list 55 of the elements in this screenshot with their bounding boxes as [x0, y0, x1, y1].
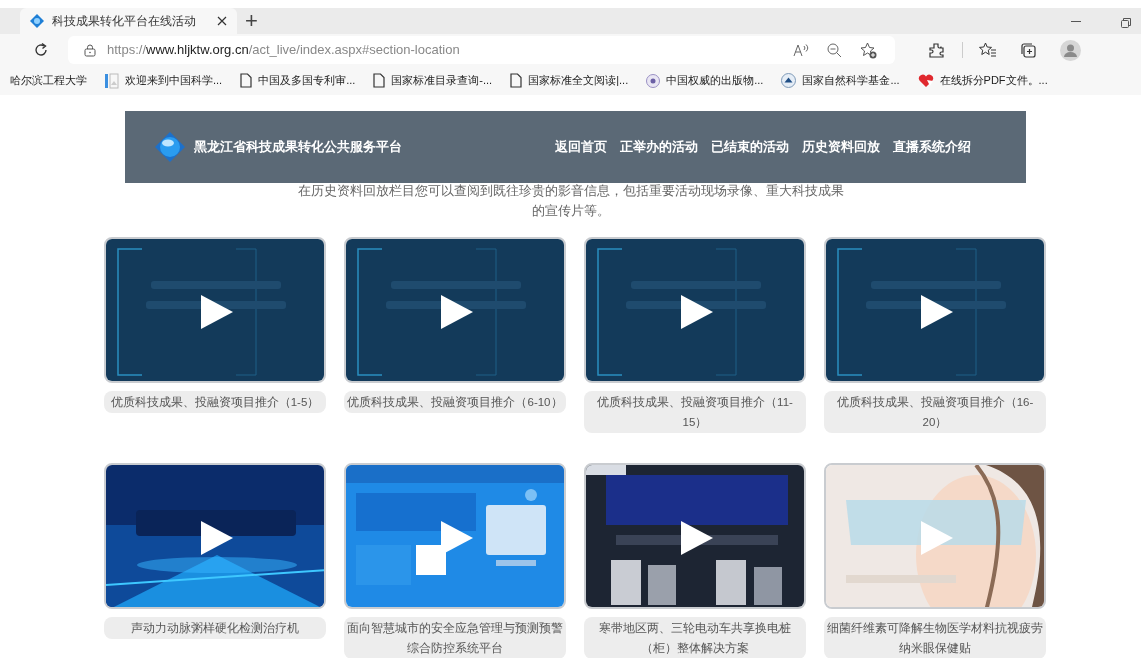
nav-link[interactable]: 历史资料回放 [802, 137, 880, 157]
video-caption[interactable]: 面向智慧城市的安全应急管理与预测预警综合防控系统平台 [344, 617, 566, 658]
bookmark-link[interactable]: 国家标准全文阅读|... [528, 72, 629, 89]
emblem-icon [781, 73, 797, 88]
site-title: 黑龙江省科技成果转化公共服务平台 [194, 138, 402, 157]
page-icon [510, 73, 523, 88]
intro-text: 在历史资料回放栏目您可以查阅到既往珍贵的影音信息，包括重要活动现场录像、重大科技成果的宣传片等。 [296, 182, 845, 220]
video-caption[interactable]: 细菌纤维素可降解生物医学材料抗视疲劳纳米眼保健贴 [824, 617, 1046, 658]
favorites-icon[interactable] [979, 42, 997, 58]
heart-icon [917, 73, 934, 88]
tab-title: 科技成果转化平台在线活动 [52, 13, 197, 30]
video-caption[interactable]: 寒带地区两、三轮电动车共享换电桩（柜）整体解决方案 [584, 617, 806, 658]
bookmark-link[interactable]: 国家标准目录查询-... [391, 72, 493, 89]
video-caption[interactable]: 优质科技成果、投融资项目推介（1-5） [104, 391, 326, 413]
minimize-icon[interactable] [1071, 21, 1081, 23]
video-caption[interactable]: 优质科技成果、投融资项目推介（16-20） [824, 391, 1046, 433]
seal-icon [646, 73, 661, 88]
read-aloud-icon[interactable] [793, 43, 809, 57]
video-caption[interactable]: 优质科技成果、投融资项目推介（6-10） [344, 391, 566, 413]
restore-icon[interactable] [1121, 18, 1131, 28]
add-favorite-icon[interactable] [860, 41, 877, 59]
page-icon [240, 73, 253, 88]
new-tab-button[interactable]: + [245, 10, 258, 32]
page-icon [373, 73, 386, 88]
profile-avatar-icon[interactable] [1060, 39, 1081, 61]
collections-icon[interactable] [1020, 41, 1037, 59]
bookmark-link[interactable]: 中国及多国专利审... [258, 72, 356, 89]
zoom-out-icon[interactable] [827, 42, 842, 58]
video-caption[interactable]: 优质科技成果、投融资项目推介（11-15） [584, 391, 806, 433]
site-logo-icon [154, 131, 186, 163]
play-icon[interactable] [201, 295, 233, 329]
play-icon[interactable] [441, 295, 473, 329]
play-icon[interactable] [681, 521, 713, 555]
bookmark-link[interactable]: 中国权威的出版物... [666, 72, 764, 89]
refresh-icon[interactable] [33, 42, 49, 58]
play-icon[interactable] [201, 521, 233, 555]
video-caption[interactable]: 声动力动脉粥样硬化检测治疗机 [104, 617, 326, 639]
site-logo-icon [30, 14, 44, 28]
extensions-icon[interactable] [928, 41, 945, 59]
close-icon[interactable] [217, 16, 227, 26]
nav-link[interactable]: 已结束的活动 [711, 137, 789, 157]
bookmark-link[interactable]: 在线拆分PDF文件。... [939, 72, 1048, 89]
image-icon [105, 72, 119, 89]
url-text: https://www.hljktw.org.cn/act_live/index.aspx#section-location [107, 41, 461, 60]
bookmark-link[interactable]: 欢迎来到中国科学... [125, 72, 223, 89]
bookmark-link[interactable]: 哈尔滨工程大学 [10, 72, 87, 89]
play-icon[interactable] [681, 295, 713, 329]
nav-link[interactable]: 正举办的活动 [620, 137, 698, 157]
nav-link[interactable]: 直播系统介绍 [893, 137, 971, 157]
play-icon[interactable] [921, 295, 953, 329]
browser-tab[interactable]: 科技成果转化平台在线活动 [20, 8, 237, 34]
bookmark-link[interactable]: 国家自然科学基金... [802, 72, 900, 89]
address-bar[interactable]: https://www.hljktw.org.cn/act_live/index.aspx#section-location [68, 36, 895, 64]
nav-link[interactable]: 返回首页 [555, 137, 607, 157]
lock-icon [84, 43, 96, 57]
